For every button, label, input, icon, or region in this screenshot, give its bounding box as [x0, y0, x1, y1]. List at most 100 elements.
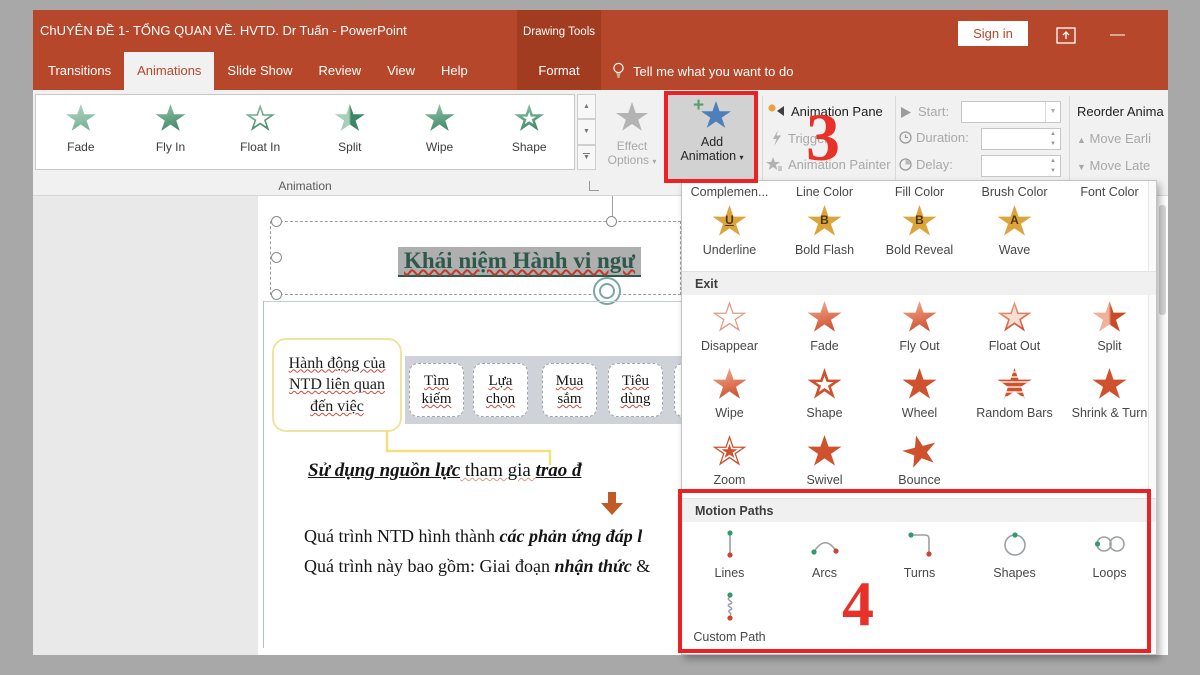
- paragraph-1[interactable]: Quá trình NTD hình thành các phản ứng đá…: [304, 526, 642, 547]
- move-earlier-button[interactable]: ▲ Move Earli: [1077, 131, 1167, 146]
- process-box-tieu-dung[interactable]: Tiêu dùng: [608, 363, 663, 417]
- menu-item-font-color[interactable]: Font Color: [1062, 185, 1157, 199]
- process-box-tim-kiem[interactable]: Tìm kiếm: [409, 363, 464, 417]
- emphasis-row: U Underline B Bold Flash B Bold Reveal A…: [682, 205, 1157, 257]
- wipe-star-icon: [425, 104, 455, 133]
- down-triangle-icon: ▼: [1077, 162, 1086, 172]
- rotation-handle-inner: [599, 283, 615, 299]
- tab-slide-show[interactable]: Slide Show: [214, 52, 305, 90]
- exit-row-2: Wipe Shape Wheel Random Bars ★ Shrink & …: [682, 368, 1157, 420]
- tab-animations[interactable]: Animations: [124, 52, 214, 90]
- delay-clock-icon: [899, 158, 912, 171]
- ribbon-display-options-icon[interactable]: [1056, 27, 1076, 44]
- start-combobox[interactable]: ▼: [961, 101, 1061, 123]
- menu-item-wheel[interactable]: Wheel: [872, 368, 967, 420]
- menu-item-bounce[interactable]: Bounce: [872, 435, 967, 487]
- process-box-lua-chon[interactable]: Lựa chọn: [473, 363, 528, 417]
- gallery-item-fade[interactable]: Fade: [36, 95, 126, 169]
- annotation-number-4: 4: [842, 572, 874, 636]
- gallery-item-label: Wipe: [426, 140, 453, 154]
- menu-item-disappear[interactable]: Disappear: [682, 301, 777, 353]
- minimize-button[interactable]: —: [1110, 26, 1125, 43]
- para1-plain: Quá trình NTD hình thành: [304, 526, 499, 546]
- usage-plain: tham gia: [460, 460, 535, 481]
- menu-item-shape-exit[interactable]: Shape: [777, 368, 872, 420]
- wipe-exit-star-icon: [713, 368, 747, 401]
- menu-item-complementary-color[interactable]: Complemen...: [682, 185, 777, 199]
- tab-review[interactable]: Review: [305, 52, 374, 90]
- spinner-arrows[interactable]: ▲▼: [1046, 156, 1060, 176]
- gallery-item-wipe[interactable]: Wipe: [395, 95, 485, 169]
- trigger-lightning-icon: [770, 130, 782, 146]
- lead-textbox[interactable]: Hành động của NTD liên quan đến việc: [272, 338, 402, 432]
- menu-item-fill-color[interactable]: Fill Color: [872, 185, 967, 199]
- menu-item-wave[interactable]: A Wave: [967, 205, 1062, 257]
- selection-handle[interactable]: [271, 216, 282, 227]
- contextual-group-label: Drawing Tools: [517, 26, 601, 38]
- fade-star-icon: [66, 104, 96, 133]
- exit-section-header: Exit: [682, 271, 1156, 295]
- sign-in-button[interactable]: Sign in: [958, 21, 1028, 46]
- menu-item-underline[interactable]: U Underline: [682, 205, 777, 257]
- selection-handle[interactable]: [606, 216, 617, 227]
- duration-input[interactable]: ▲▼: [981, 128, 1061, 150]
- tab-view[interactable]: View: [374, 52, 428, 90]
- menu-item-brush-color[interactable]: Brush Color: [967, 185, 1062, 199]
- menu-item-label: Bold Flash: [795, 243, 854, 257]
- gallery-scroll-down-button[interactable]: ▼: [577, 119, 596, 144]
- menu-item-wipe-exit[interactable]: Wipe: [682, 368, 777, 420]
- usage-line[interactable]: Sử dụng nguồn lực tham gia trao đ: [308, 460, 582, 482]
- selection-handle[interactable]: [271, 289, 282, 300]
- bold-reveal-star-icon: B: [903, 205, 937, 238]
- menu-item-fly-out[interactable]: Fly Out: [872, 301, 967, 353]
- disappear-star-icon: [713, 301, 747, 334]
- menu-item-fade-exit[interactable]: Fade: [777, 301, 872, 353]
- gallery-item-shape[interactable]: Shape: [484, 95, 574, 169]
- effect-options-label: Effect: [617, 139, 647, 153]
- gallery-item-fly-in[interactable]: Fly In: [126, 95, 216, 169]
- gallery-item-float-in[interactable]: Float In: [215, 95, 305, 169]
- slide-scrollbar[interactable]: [1159, 205, 1166, 315]
- lightbulb-icon: [612, 62, 625, 80]
- selection-handle[interactable]: [271, 252, 282, 263]
- menu-item-shrink-and-turn[interactable]: ★ Shrink & Turn: [1062, 368, 1157, 420]
- gallery-item-split[interactable]: Split: [305, 95, 395, 169]
- process-box-mua-sam[interactable]: Mua sắm: [542, 363, 597, 417]
- menu-item-split-exit[interactable]: Split: [1062, 301, 1157, 353]
- gallery-scroll-up-button[interactable]: ▲: [577, 94, 596, 119]
- process-box-text: Tiêu dùng: [614, 372, 658, 408]
- wave-star-icon: A: [998, 205, 1032, 238]
- paragraph-2[interactable]: Quá trình này bao gồm: Giai đoạn nhận th…: [304, 556, 650, 577]
- slide-title[interactable]: Khái niệm Hành vi ngư: [398, 247, 641, 277]
- delay-input[interactable]: ▲▼: [981, 155, 1061, 177]
- duration-clock-icon: [899, 131, 912, 144]
- tab-transitions[interactable]: Transitions: [35, 52, 124, 90]
- split-exit-star-icon: [1093, 301, 1127, 334]
- menu-item-zoom-exit[interactable]: Zoom: [682, 435, 777, 487]
- spinner-arrows[interactable]: ▲▼: [1046, 129, 1060, 149]
- menu-item-label: Wave: [999, 243, 1031, 257]
- tell-me-box[interactable]: Tell me what you want to do: [612, 52, 793, 90]
- tab-help[interactable]: Help: [428, 52, 481, 90]
- menu-item-label: Split: [1097, 339, 1121, 353]
- menu-item-bold-flash[interactable]: B Bold Flash: [777, 205, 872, 257]
- move-later-button[interactable]: ▼ Move Late: [1077, 158, 1167, 173]
- menu-item-swivel[interactable]: ↻ Swivel: [777, 435, 872, 487]
- menu-item-random-bars[interactable]: Random Bars: [967, 368, 1062, 420]
- delay-label: Delay:: [916, 157, 953, 172]
- exit-row-3: Zoom ↻ Swivel Bounce: [682, 435, 1157, 487]
- dialog-launcher-icon[interactable]: [589, 181, 599, 191]
- tab-format[interactable]: Format: [517, 52, 601, 90]
- menu-item-float-out[interactable]: Float Out: [967, 301, 1062, 353]
- menu-item-bold-reveal[interactable]: B Bold Reveal: [872, 205, 967, 257]
- para2-emphasis: nhận thức: [554, 556, 631, 576]
- menu-item-line-color[interactable]: Line Color: [777, 185, 872, 199]
- gallery-expand-button[interactable]: ▼: [577, 145, 596, 170]
- bold-flash-star-icon: B: [808, 205, 842, 238]
- menu-item-label: Fade: [810, 339, 839, 353]
- chevron-down-icon[interactable]: ▼: [1045, 102, 1060, 122]
- effect-options-button[interactable]: Effect Options ▾: [600, 96, 664, 184]
- menu-item-label: Shrink & Turn: [1072, 406, 1148, 420]
- para2-plain: Quá trình này bao gồm: Giai đoạn: [304, 556, 554, 576]
- para1-emphasis: các phản ứng đáp l: [499, 526, 642, 546]
